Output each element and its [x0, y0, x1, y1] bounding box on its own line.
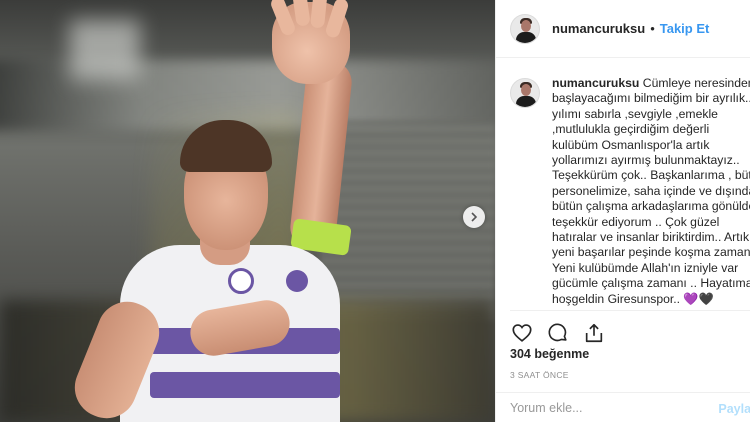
caption-line: ,mutlulukla geçirdiğim değerli — [552, 122, 710, 137]
comment-button[interactable] — [546, 321, 570, 345]
jersey-stripe — [150, 372, 340, 398]
instagram-post: numancuruksu • Takip Et numancuruksu Cüm… — [0, 0, 750, 422]
comment-icon — [548, 323, 567, 341]
caption-line: gücümle çalışma zamanı .. Hayatıma — [552, 276, 750, 291]
caption-text: numancuruksu Cümleye neresinden başlayac… — [552, 76, 750, 308]
caption-line: Yeni kulübümde Allah'ın izniyle var — [552, 260, 739, 275]
separator-dot: • — [650, 21, 655, 36]
caption-line: başlayacağımı bilmediğim bir ayrılık.. — [552, 91, 750, 106]
action-bar — [510, 310, 750, 350]
caption-line: personelimize, saha içinde ve dışında — [552, 183, 750, 198]
caption-line: yeni başarılar peşinde koşma zamanı.. — [552, 245, 750, 260]
caption-line: kulübüm Osmanlıspor'la artık — [552, 137, 710, 152]
post-side-panel: numancuruksu • Takip Et numancuruksu Cüm… — [495, 0, 750, 422]
share-icon — [585, 323, 603, 342]
follow-button[interactable]: Takip Et — [660, 21, 710, 36]
post-comment-button[interactable]: Paylaş — [718, 402, 750, 416]
next-photo-button[interactable] — [463, 206, 485, 228]
caption-comment: numancuruksu Cümleye neresinden başlayac… — [510, 76, 750, 308]
caption-username[interactable]: numancuruksu — [552, 76, 639, 90]
caption-line: yollarımızı ayırmış bulunmaktayız.. — [552, 153, 740, 168]
caption-line: hoşgeldin Giresunspor.. 💜🖤 — [552, 291, 714, 306]
like-button[interactable] — [510, 321, 534, 345]
caption-line: hatıralar ve insanlar biriktirdim.. Artı… — [552, 230, 750, 245]
post-photo — [0, 0, 495, 422]
avatar[interactable] — [510, 13, 540, 44]
share-button[interactable] — [582, 321, 606, 345]
chevron-right-icon — [471, 212, 478, 222]
likes-count[interactable]: 304 beğenme — [510, 347, 589, 361]
caption-line: Cümleye neresinden — [639, 76, 750, 90]
caption-line: yılımı sabırla ,sevgiyle ,emekle — [552, 106, 718, 121]
player-figure — [65, 0, 380, 422]
heart-icon — [512, 323, 532, 342]
caption-line: Teşekkürüm çok.. Başkanlarıma , bütün — [552, 168, 750, 183]
caption-line: teşekkür ediyorum .. Çok güzel — [552, 214, 720, 229]
header-username[interactable]: numancuruksu — [552, 21, 645, 36]
club-badge — [228, 268, 254, 294]
post-timestamp[interactable]: 3 SAAT ÖNCE — [510, 370, 569, 380]
kit-logo — [286, 270, 308, 292]
add-comment-bar: Paylaş — [496, 392, 750, 422]
hair — [180, 120, 272, 172]
post-header: numancuruksu • Takip Et — [496, 0, 750, 58]
caption-avatar[interactable] — [510, 78, 540, 108]
comment-input[interactable] — [510, 400, 710, 415]
caption-line: bütün çalışma arkadaşlarıma gönülden — [552, 199, 750, 214]
